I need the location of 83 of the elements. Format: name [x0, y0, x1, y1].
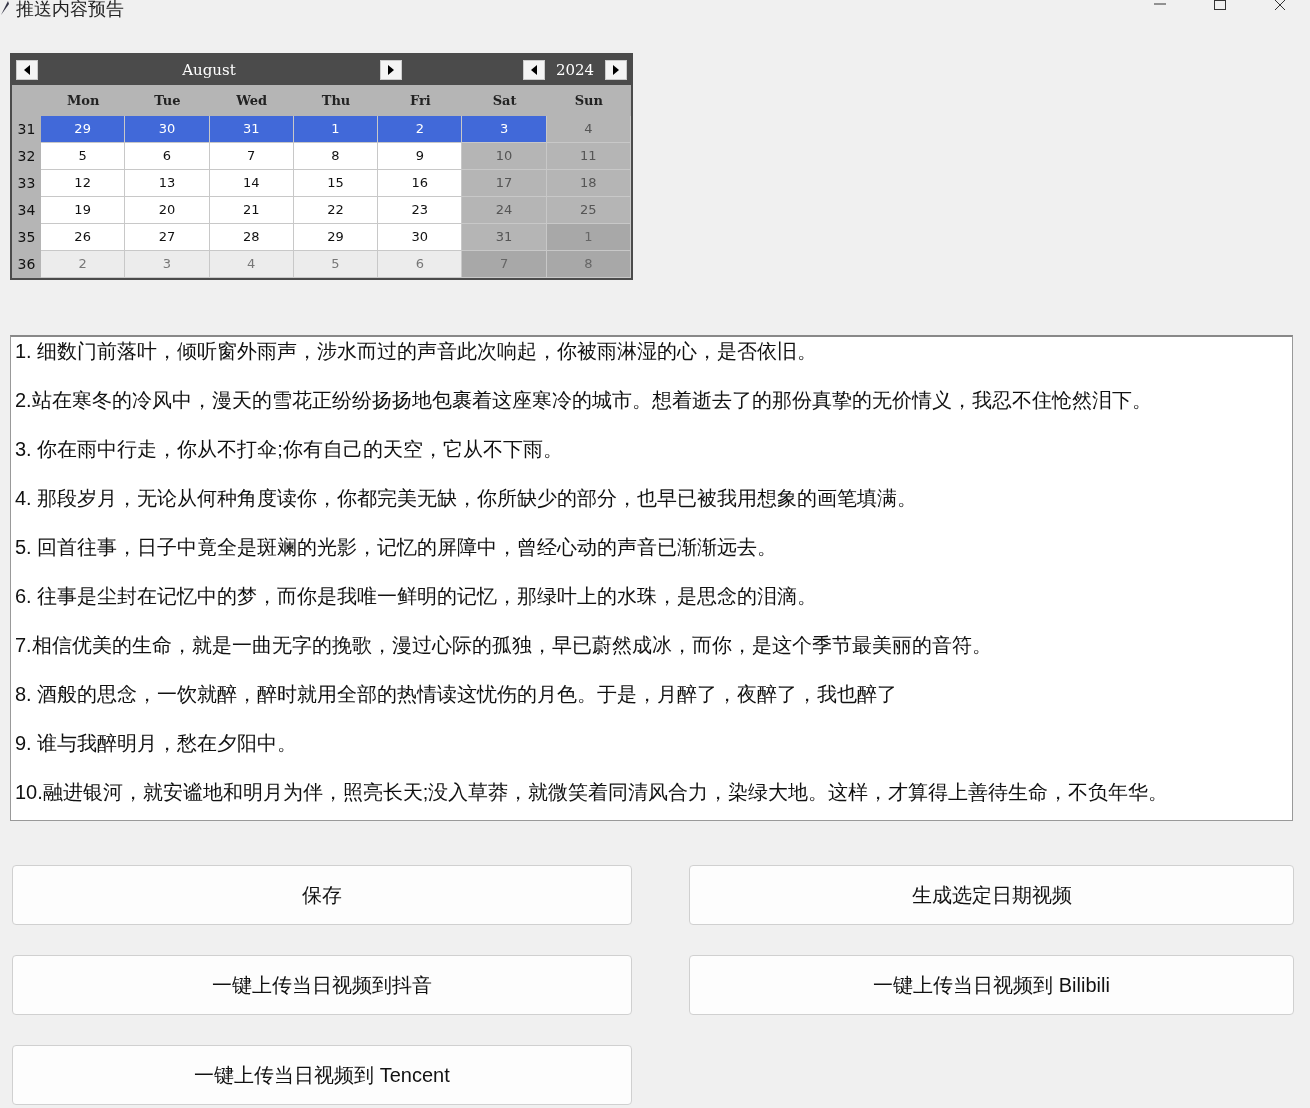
day-cell[interactable]: 12 — [41, 170, 126, 197]
day-cell[interactable]: 8 — [293, 143, 379, 170]
minimize-icon[interactable] — [1154, 0, 1166, 8]
weekday-header: Sat — [491, 91, 518, 110]
next-year-button[interactable] — [605, 60, 627, 80]
text-line: 1. 细数门前落叶，倾听窗外雨声，涉水而过的声音此次响起，你被雨淋湿的心，是否依旧。 — [15, 339, 819, 364]
day-cell[interactable]: 20 — [125, 197, 210, 224]
day-cell[interactable]: 16 — [378, 170, 463, 197]
day-cell[interactable]: 18 — [546, 170, 631, 197]
day-cell[interactable]: 30 — [378, 224, 463, 251]
year-label: 2024 — [554, 59, 596, 81]
day-cell[interactable]: 6 — [125, 143, 210, 170]
day-cell[interactable]: 2 — [378, 116, 463, 143]
right-triangle-icon — [388, 65, 394, 75]
day-cell[interactable]: 5 — [41, 143, 126, 170]
week-number: 31 — [16, 120, 37, 139]
maximize-icon[interactable] — [1214, 0, 1226, 10]
day-cell[interactable]: 31 — [462, 224, 547, 251]
day-cell[interactable]: 21 — [209, 197, 294, 224]
day-cell[interactable]: 29 — [41, 116, 126, 143]
action-button[interactable]: 生成选定日期视频 — [689, 865, 1294, 925]
text-line: 6. 往事是尘封在记忆中的梦，而你是我唯一鲜明的记忆，那绿叶上的水珠，是思念的泪滴。 — [15, 584, 819, 609]
text-line: 2.站在寒冬的冷风中，漫天的雪花正纷纷扬扬地包裹着这座寒冷的城市。想着逝去了的那份真挚的无价情义，我忍不住怆然泪下。 — [15, 388, 1153, 413]
next-month-button[interactable] — [380, 60, 402, 80]
day-cell[interactable]: 14 — [209, 170, 294, 197]
weekday-header: Thu — [320, 91, 352, 110]
previous-year-button[interactable] — [523, 60, 545, 80]
action-button[interactable]: 一键上传当日视频到 Tencent — [12, 1045, 632, 1105]
text-line: 7.相信优美的生命，就是一曲无字的挽歌，漫过心际的孤独，早已蔚然成冰，而你，是这个季节最美丽的音符。 — [15, 633, 993, 658]
day-cell[interactable]: 25 — [546, 197, 631, 224]
text-line: 9. 谁与我醉明月，愁在夕阳中。 — [15, 731, 299, 756]
month-label: August — [181, 59, 237, 81]
text-line: 4. 那段岁月，无论从何种角度读你，你都完美无缺，你所缺少的部分，也早已被我用想象的画笔填满。 — [15, 486, 919, 511]
right-triangle-icon — [613, 65, 619, 75]
day-cell[interactable]: 10 — [462, 143, 547, 170]
day-cell[interactable]: 2 — [41, 251, 126, 278]
day-cell[interactable]: 11 — [546, 143, 631, 170]
day-cell[interactable]: 23 — [378, 197, 463, 224]
day-cell[interactable]: 15 — [293, 170, 379, 197]
day-cell[interactable]: 3 — [462, 116, 547, 143]
day-cell[interactable]: 19 — [41, 197, 126, 224]
day-cell[interactable]: 6 — [378, 251, 463, 278]
day-cell[interactable]: 4 — [546, 116, 631, 143]
left-triangle-icon — [24, 65, 30, 75]
weekday-header: Fri — [408, 91, 432, 110]
text-line: 5. 回首往事，日子中竟全是斑斓的光影，记忆的屏障中，曾经心动的声音已渐渐远去。 — [15, 535, 779, 560]
day-cell[interactable]: 17 — [462, 170, 547, 197]
action-button[interactable]: 一键上传当日视频到抖音 — [12, 955, 632, 1015]
day-cell[interactable]: 30 — [125, 116, 210, 143]
action-button[interactable]: 保存 — [12, 865, 632, 925]
day-cell[interactable]: 1 — [293, 116, 379, 143]
left-triangle-icon — [531, 65, 537, 75]
day-cell[interactable]: 31 — [209, 116, 294, 143]
day-cell[interactable]: 9 — [378, 143, 463, 170]
weekday-header: Tue — [153, 91, 182, 110]
action-button[interactable]: 一键上传当日视频到 Bilibili — [689, 955, 1294, 1015]
week-number: 36 — [16, 255, 37, 274]
day-cell[interactable]: 26 — [41, 224, 126, 251]
day-cell[interactable]: 27 — [125, 224, 210, 251]
day-cell[interactable]: 29 — [293, 224, 379, 251]
day-cell[interactable]: 22 — [293, 197, 379, 224]
day-cell[interactable]: 13 — [125, 170, 210, 197]
text-area[interactable] — [10, 335, 1293, 821]
text-line: 10.融进银河，就安谧地和明月为伴，照亮长天;没入草莽，就微笑着同清风合力，染绿大地。这样，才算得上善待生命，不负年华。 — [15, 780, 1170, 805]
week-number: 32 — [16, 147, 37, 166]
week-number: 33 — [16, 174, 37, 193]
weekday-header: Mon — [65, 91, 101, 110]
day-cell[interactable]: 28 — [209, 224, 294, 251]
day-cell[interactable]: 7 — [209, 143, 294, 170]
weekday-header: Wed — [235, 91, 269, 110]
week-number: 35 — [16, 228, 37, 247]
day-cell[interactable]: 3 — [125, 251, 210, 278]
feather-icon — [0, 1, 10, 15]
window-title: 推送内容预告 — [16, 0, 124, 19]
day-cell[interactable]: 5 — [293, 251, 379, 278]
day-cell[interactable]: 24 — [462, 197, 547, 224]
day-cell[interactable]: 4 — [209, 251, 294, 278]
week-number: 34 — [16, 201, 37, 220]
previous-month-button[interactable] — [16, 60, 38, 80]
text-line: 8. 酒般的思念，一饮就醉，醉时就用全部的热情读这忧伤的月色。于是，月醉了，夜醉了，我也醉了 — [15, 682, 899, 707]
text-line: 3. 你在雨中行走，你从不打伞;你有自己的天空，它从不下雨。 — [15, 437, 564, 462]
weekday-header: Sun — [573, 91, 604, 110]
close-icon[interactable] — [1274, 0, 1286, 10]
